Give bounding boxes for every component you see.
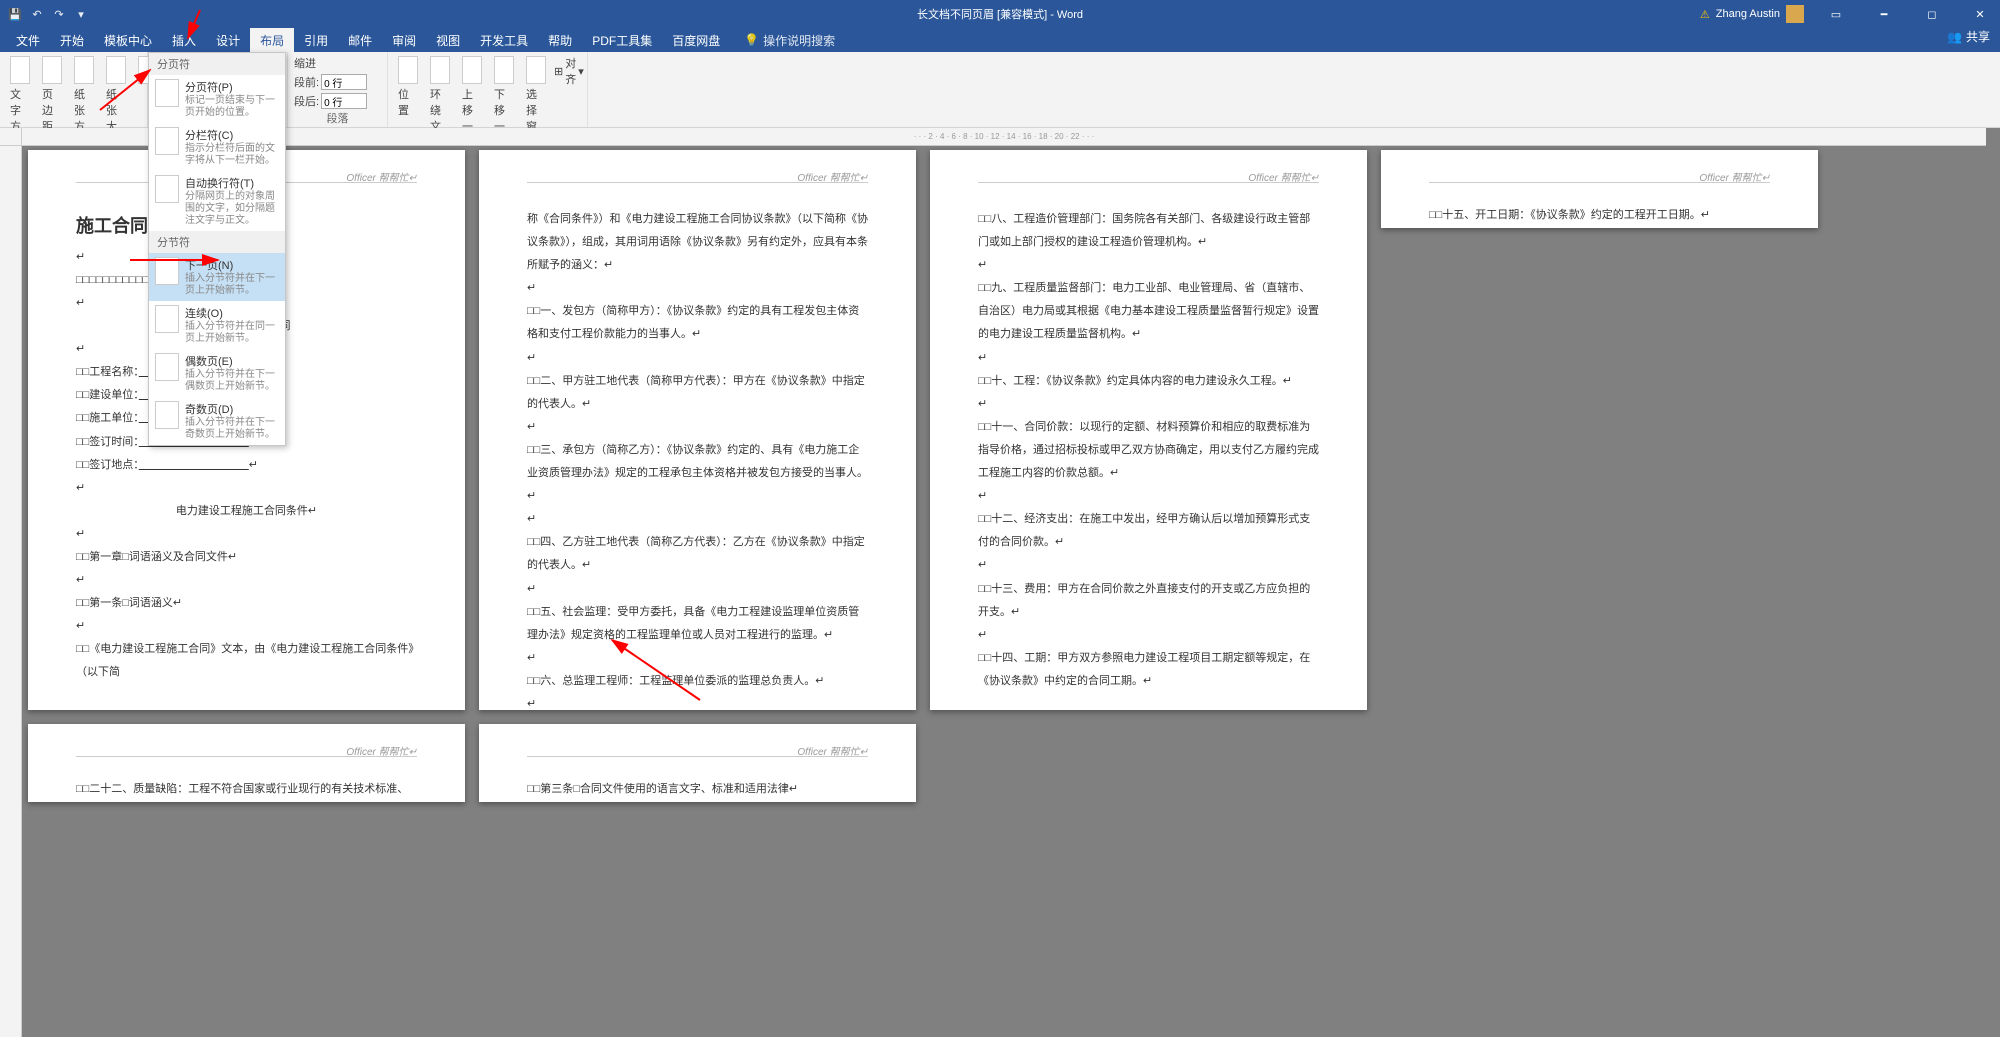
pages-container: Officer 帮帮忙↵ 施工合同（电力1）↵ ↵ □□□□□□□□□□□□□□… [28,150,1986,822]
spacing-before-input[interactable] [321,74,367,90]
page-header: Officer 帮帮忙↵ [797,168,868,189]
tab-design[interactable]: 设计 [206,28,250,52]
align-button[interactable]: ⊞ 对齐▾ [554,54,584,88]
page-header: Officer 帮帮忙↵ [1699,168,1770,189]
page-header: Officer 帮帮忙↵ [797,742,868,763]
document-area[interactable]: · · · 2 · 4 · 6 · 8 · 10 · 12 · 14 · 16 … [0,128,2000,1037]
page-2[interactable]: Officer 帮帮忙↵ 称《合同条件》）和《电力建设工程施工合同协议条款》（以… [479,150,916,710]
share-button[interactable]: 👥 共享 [1947,28,1990,45]
menu-text-wrap-break[interactable]: 自动换行符(T)分隔网页上的对象周围的文字，如分隔题注文字与正文。 [149,171,285,231]
section-breaks-label: 分节符 [149,231,285,253]
tab-review[interactable]: 审阅 [382,28,426,52]
titlebar: 💾 ↶ ↷ ▾ 长文档不同页眉 [兼容模式] - Word ⚠ Zhang Au… [0,0,2000,28]
menu-odd-page[interactable]: 奇数页(D)插入分节符并在下一奇数页上开始新节。 [149,397,285,445]
page-5[interactable]: Officer 帮帮忙↵ □□二十二、质量缺陷：工程不符合国家或行业现行的有关技… [28,724,465,802]
tab-template[interactable]: 模板中心 [94,28,162,52]
margins-button[interactable]: 页边距 [38,54,66,136]
menu-continuous[interactable]: 连续(O)插入分节符并在同一页上开始新节。 [149,301,285,349]
position-button[interactable]: 位置 [394,54,422,120]
menu-column-break[interactable]: 分栏符(C)指示分栏符后面的文字将从下一栏开始。 [149,123,285,171]
user-avatar[interactable] [1786,5,1804,23]
user-name[interactable]: Zhang Austin [1716,8,1780,20]
ruler-corner [0,128,22,146]
tab-insert[interactable]: 插入 [162,28,206,52]
tab-references[interactable]: 引用 [294,28,338,52]
section-page-breaks: 分页符 [149,53,285,75]
page-6[interactable]: Officer 帮帮忙↵ □□第三条□合同文件使用的语言文字、标准和适用法律↵ [479,724,916,802]
tab-help[interactable]: 帮助 [538,28,582,52]
breaks-menu: 分页符 分页符(P)标记一页结束与下一页开始的位置。 分栏符(C)指示分栏符后面… [148,52,286,446]
close-icon[interactable]: ✕ [1960,0,2000,28]
tab-layout[interactable]: 布局 [250,28,294,52]
tab-file[interactable]: 文件 [6,28,50,52]
page-3[interactable]: Officer 帮帮忙↵ □□八、工程造价管理部门：国务院各有关部门、各级建设行… [930,150,1367,710]
horizontal-ruler[interactable]: · · · 2 · 4 · 6 · 8 · 10 · 12 · 14 · 16 … [22,128,1986,146]
qat-more-icon[interactable]: ▾ [74,7,88,21]
vertical-ruler[interactable] [0,146,22,1037]
tab-mailings[interactable]: 邮件 [338,28,382,52]
page-header: Officer 帮帮忙↵ [1248,168,1319,189]
spacing-after-input[interactable] [321,93,367,109]
menu-next-page[interactable]: 下一页(N)插入分节符并在下一页上开始新节。 [149,253,285,301]
ribbon-tabs: 文件 开始 模板中心 插入 设计 布局 引用 邮件 审阅 视图 开发工具 帮助 … [0,28,2000,52]
page-header: Officer 帮帮忙↵ [346,742,417,763]
share-icon: 👥 [1947,30,1962,44]
tab-baidu[interactable]: 百度网盘 [662,28,730,52]
page-4[interactable]: Officer 帮帮忙↵ □□十五、开工日期：《协议条款》约定的工程开工日期。↵ [1381,150,1818,228]
tell-me-search[interactable]: 💡 操作说明搜索 [730,28,835,52]
warning-icon: ⚠ [1700,8,1710,21]
doc-title: 施工合同 [76,216,148,236]
save-icon[interactable]: 💾 [8,7,22,21]
redo-icon[interactable]: ↷ [52,7,66,21]
tab-view[interactable]: 视图 [426,28,470,52]
page-header: Officer 帮帮忙↵ [346,168,417,189]
ribbon: 文字方向 页边距 纸张方向 纸张大小 栏 页面设置 ≡ 分隔符 ▾ 缩进 段前:… [0,52,2000,128]
group-paragraph-label: 段落 [294,110,381,128]
ribbon-display-icon[interactable]: ▭ [1816,0,1856,28]
window-title: 长文档不同页眉 [兼容模式] - Word [917,6,1083,22]
minimize-icon[interactable]: ━ [1864,0,1904,28]
lightbulb-icon: 💡 [744,33,759,47]
undo-icon[interactable]: ↶ [30,7,44,21]
menu-page-break[interactable]: 分页符(P)标记一页结束与下一页开始的位置。 [149,75,285,123]
maximize-icon[interactable]: ◻ [1912,0,1952,28]
menu-even-page[interactable]: 偶数页(E)插入分节符并在下一偶数页上开始新节。 [149,349,285,397]
tab-developer[interactable]: 开发工具 [470,28,538,52]
tab-pdf[interactable]: PDF工具集 [582,28,662,52]
tab-home[interactable]: 开始 [50,28,94,52]
